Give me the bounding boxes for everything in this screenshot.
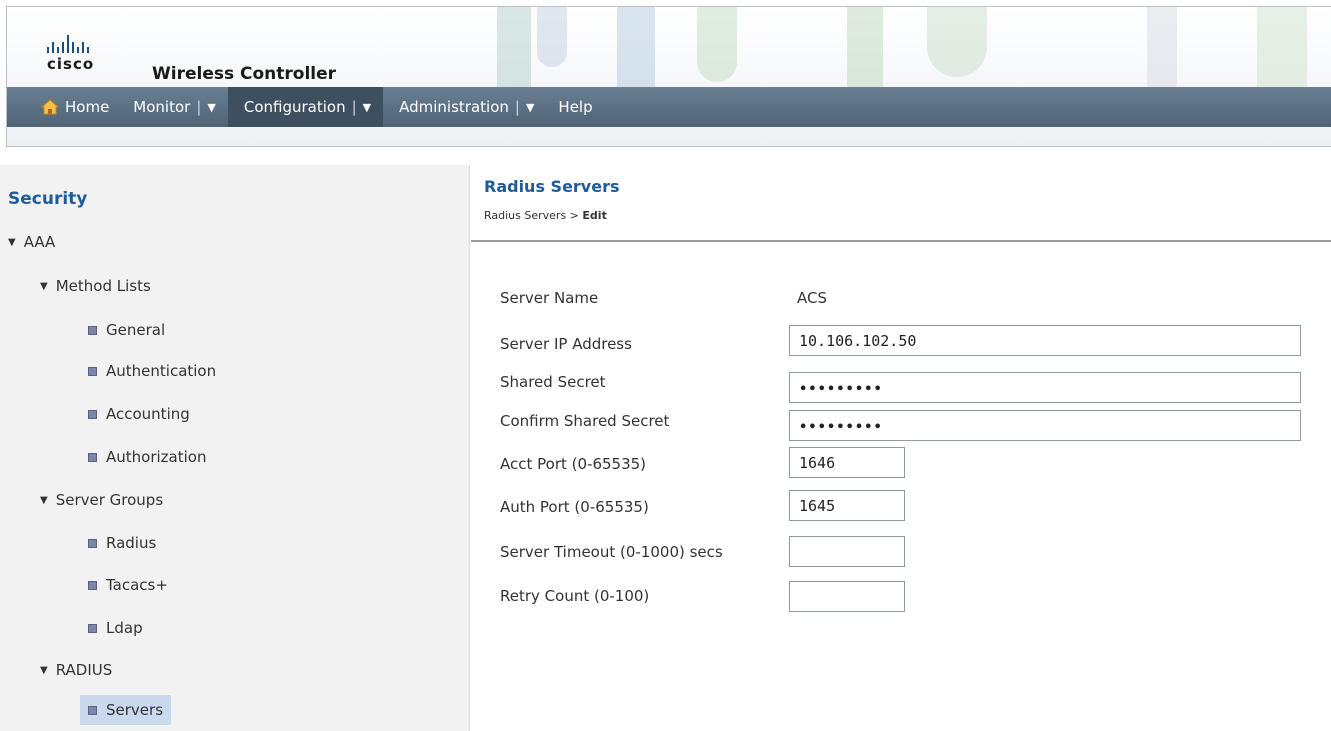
page-title: Radius Servers — [484, 177, 620, 196]
breadcrumb: Radius Servers > Edit — [484, 209, 607, 222]
header-decoration — [537, 7, 567, 67]
tree-item-radius[interactable]: Radius — [80, 528, 164, 558]
shared-secret-input[interactable]: ••••••••• — [789, 372, 1301, 403]
nav-home[interactable]: Home — [7, 87, 121, 127]
server-name-value: ACS — [797, 289, 827, 307]
shared-secret-label: Shared Secret — [500, 373, 606, 391]
confirm-secret-input[interactable]: ••••••••• — [789, 410, 1301, 441]
cisco-logo: cisco — [47, 33, 94, 73]
chevron-down-icon[interactable]: ▼ — [526, 101, 534, 114]
security-sidebar: Security ▼ AAA ▼ Method Lists General Au… — [0, 165, 470, 731]
tree-item-label: Accounting — [106, 405, 190, 423]
nav-home-label: Home — [65, 98, 110, 116]
triangle-down-icon: ▼ — [40, 664, 48, 676]
confirm-secret-label: Confirm Shared Secret — [500, 412, 670, 430]
nav-separator: | — [514, 98, 520, 116]
chevron-down-icon[interactable]: ▼ — [207, 101, 215, 114]
sidebar-title: Security — [8, 189, 88, 209]
server-timeout-label: Server Timeout (0-1000) secs — [500, 543, 723, 561]
main-navbar: Home Monitor | ▼ Configuration | ▼ Admin… — [7, 87, 1331, 127]
triangle-down-icon: ▼ — [8, 236, 16, 248]
acct-port-label: Acct Port (0-65535) — [500, 455, 647, 473]
tree-item-ldap[interactable]: Ldap — [80, 613, 151, 643]
tree-item-accounting[interactable]: Accounting — [80, 399, 198, 429]
server-ip-label: Server IP Address — [500, 335, 632, 353]
home-icon — [41, 99, 59, 115]
tree-node-radius-section[interactable]: ▼ RADIUS — [32, 655, 120, 685]
tree-item-general[interactable]: General — [80, 315, 173, 345]
tree-item-authorization[interactable]: Authorization — [80, 442, 214, 472]
tree-node-label: AAA — [23, 233, 56, 251]
main-content: Radius Servers Radius Servers > Edit Ser… — [471, 165, 1331, 731]
retry-count-input[interactable] — [789, 581, 905, 612]
square-bullet-icon — [88, 580, 97, 590]
square-bullet-icon — [88, 452, 97, 462]
tree-item-label: Authentication — [106, 362, 217, 380]
nav-help[interactable]: Help — [546, 87, 604, 127]
app-header: cisco Wireless Controller Home Monitor |… — [6, 6, 1331, 147]
tree-item-label: Tacacs+ — [106, 576, 168, 594]
tree-item-tacacs[interactable]: Tacacs+ — [80, 570, 176, 600]
server-name-label: Server Name — [500, 289, 599, 307]
nav-separator: | — [351, 98, 357, 116]
nav-administration[interactable]: Administration | ▼ — [383, 87, 546, 127]
tree-node-aaa[interactable]: ▼ AAA — [0, 227, 63, 257]
chevron-down-icon[interactable]: ▼ — [363, 101, 371, 114]
product-name: Wireless Controller — [152, 64, 337, 84]
square-bullet-icon — [88, 623, 97, 633]
server-ip-input[interactable]: 10.106.102.50 — [789, 325, 1301, 356]
square-bullet-icon — [88, 705, 97, 715]
server-timeout-input[interactable] — [789, 536, 905, 567]
tree-item-label: Ldap — [106, 619, 143, 637]
nav-monitor[interactable]: Monitor | ▼ — [121, 87, 228, 127]
tree-item-label: Servers — [106, 701, 164, 719]
square-bullet-icon — [88, 409, 97, 419]
tree-item-authentication[interactable]: Authentication — [80, 356, 224, 386]
tree-item-label: General — [106, 321, 166, 339]
tree-node-server-groups[interactable]: ▼ Server Groups — [32, 485, 171, 515]
tree-item-label: Radius — [106, 534, 157, 552]
triangle-down-icon: ▼ — [40, 280, 48, 292]
tree-item-servers[interactable]: Servers — [80, 695, 172, 725]
breadcrumb-parent[interactable]: Radius Servers > — [484, 209, 582, 222]
breadcrumb-current: Edit — [582, 209, 607, 222]
tree-node-label: Server Groups — [55, 491, 164, 509]
triangle-down-icon: ▼ — [40, 494, 48, 506]
square-bullet-icon — [88, 538, 97, 548]
header-decoration — [927, 7, 987, 77]
tree-item-label: Authorization — [106, 448, 207, 466]
retry-count-label: Retry Count (0-100) — [500, 587, 650, 605]
acct-port-input[interactable]: 1646 — [789, 447, 905, 478]
square-bullet-icon — [88, 366, 97, 376]
tree-node-label: RADIUS — [55, 661, 113, 679]
title-divider — [471, 240, 1331, 242]
nav-help-label: Help — [558, 98, 593, 116]
tree-node-label: Method Lists — [55, 277, 151, 295]
header-decoration — [697, 7, 737, 82]
cisco-logo-text: cisco — [47, 55, 95, 73]
nav-administration-label: Administration — [399, 98, 509, 116]
auth-port-input[interactable]: 1645 — [789, 490, 905, 521]
cisco-logo-bars — [47, 33, 94, 53]
nav-separator: | — [196, 98, 202, 116]
header-decoration — [1147, 7, 1177, 97]
square-bullet-icon — [88, 325, 97, 335]
nav-configuration-label: Configuration — [243, 98, 346, 116]
nav-monitor-label: Monitor — [133, 98, 191, 116]
auth-port-label: Auth Port (0-65535) — [500, 498, 649, 516]
nav-configuration[interactable]: Configuration | ▼ — [227, 87, 384, 127]
tree-node-method-lists[interactable]: ▼ Method Lists — [32, 271, 159, 301]
